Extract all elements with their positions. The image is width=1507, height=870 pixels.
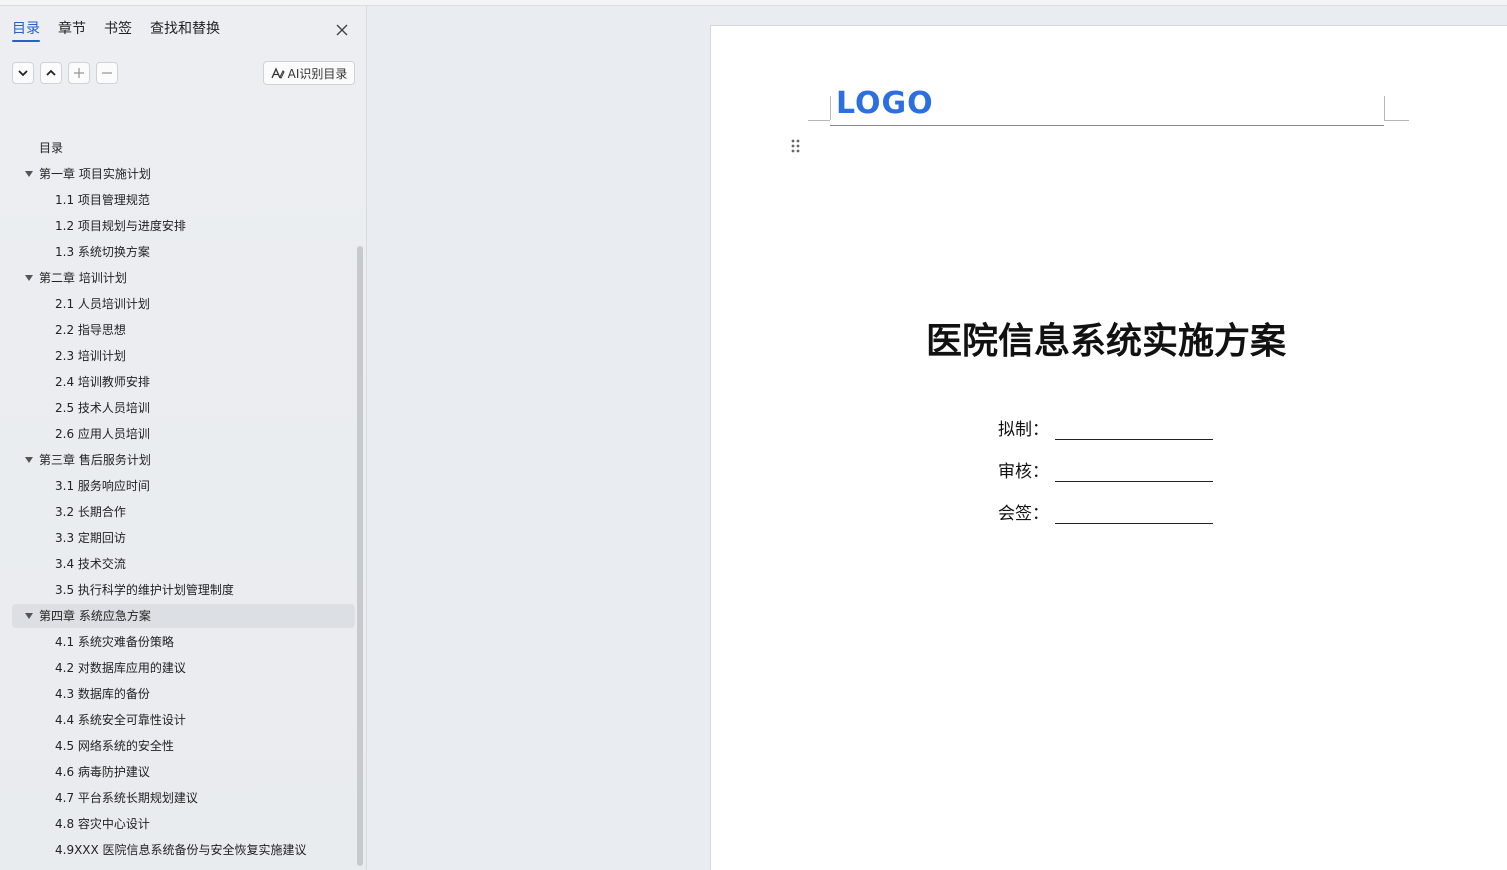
header-margin-mark-left-vertical [830,96,831,120]
toc-item[interactable]: 4.3 数据库的备份 [0,682,350,706]
expand-all-button[interactable] [40,62,62,84]
tab-toc[interactable]: 目录 [12,18,40,38]
plus-icon [74,68,84,78]
ai-button-label: AI识别目录 [287,66,348,81]
caret-down-icon[interactable] [25,613,33,619]
toc-item[interactable]: 4.1 系统灾难备份策略 [0,630,350,654]
toc-item-label: 第二章 培训计划 [39,271,127,285]
tab-chapters[interactable]: 章节 [58,18,86,38]
toc-item[interactable]: 2.3 培训计划 [0,344,350,368]
toc-item-label: 4.4 系统安全可靠性设计 [55,713,186,727]
ai-toc-icon [271,67,285,79]
tab-bookmarks[interactable]: 书签 [104,18,132,38]
toc-item[interactable]: 第四章 系统应急方案 [12,604,355,628]
header-margin-mark-left [808,96,830,121]
caret-down-icon[interactable] [25,457,33,463]
toc-item[interactable]: 4.5 网络系统的安全性 [0,734,350,758]
toc-item-label: 3.5 执行科学的维护计划管理制度 [55,583,234,597]
toc-item[interactable]: 3.5 执行科学的维护计划管理制度 [0,578,350,602]
toc-item[interactable]: 2.4 培训教师安排 [0,370,350,394]
toc-item[interactable]: 2.5 技术人员培训 [0,396,350,420]
toc-item[interactable]: 4.8 容灾中心设计 [0,812,350,836]
minus-icon [102,72,112,74]
toc-item-label: 4.5 网络系统的安全性 [55,739,174,753]
toc-item[interactable]: 3.3 定期回访 [0,526,350,550]
toc-item[interactable]: 4.6 病毒防护建议 [0,760,350,784]
toc-item-label: 4.6 病毒防护建议 [55,765,150,779]
chevron-down-icon [18,70,28,77]
toc-item[interactable]: 4.2 对数据库应用的建议 [0,656,350,680]
toc-item[interactable]: 目录 [0,136,350,160]
sign-underline [1055,523,1213,524]
document-title[interactable]: 医院信息系统实施方案 [900,312,1312,364]
sign-underline [1055,481,1213,482]
toc-item-label: 第三章 售后服务计划 [39,453,151,467]
toc-item-label: 1.1 项目管理规范 [55,193,150,207]
ai-recognize-toc-button[interactable]: AI识别目录 [263,61,355,85]
toc-item[interactable]: 1.2 项目规划与进度安排 [0,214,350,238]
toc-item-label: 4.9XXX 医院信息系统备份与安全恢复实施建议 [55,843,307,857]
toc-item[interactable]: 第二章 培训计划 [0,266,350,290]
toc-item[interactable]: 3.1 服务响应时间 [0,474,350,498]
toc-item-label: 4.7 平台系统长期规划建议 [55,791,198,805]
header-divider [830,125,1384,126]
toc-item[interactable]: 4.9XXX 医院信息系统备份与安全恢复实施建议 [0,838,350,862]
toc-item[interactable]: 3.4 技术交流 [0,552,350,576]
toc-item-label: 1.2 项目规划与进度安排 [55,219,186,233]
toc-item-label: 3.1 服务响应时间 [55,479,150,493]
drag-handle-icon[interactable] [791,138,801,154]
toc-item-label: 4.3 数据库的备份 [55,687,150,701]
active-tab-indicator [12,40,40,42]
toc-item[interactable]: 第一章 项目实施计划 [0,162,350,186]
toc-item[interactable]: 1.3 系统切换方案 [0,240,350,264]
toc-item-label: 目录 [39,141,64,155]
toc-item-label: 第四章 系统应急方案 [39,609,151,623]
toc-item-label: 3.2 长期合作 [55,505,126,519]
document-page[interactable] [710,25,1507,870]
toc-item-label: 2.2 指导思想 [55,323,126,337]
toc-item-label: 2.6 应用人员培训 [55,427,150,441]
toc-item-label: 3.3 定期回访 [55,531,126,545]
toc-item[interactable]: 4.7 平台系统长期规划建议 [0,786,350,810]
toc-scrollbar[interactable] [357,246,363,866]
sign-field-label: 会签： [998,504,1049,524]
toc-item[interactable]: 2.1 人员培训计划 [0,292,350,316]
toc-item[interactable]: 4.4 系统安全可靠性设计 [0,708,350,732]
toc-item-label: 4.2 对数据库应用的建议 [55,661,186,675]
toc-item[interactable]: 1.1 项目管理规范 [0,188,350,212]
sign-field-label: 拟制： [998,420,1049,440]
caret-down-icon[interactable] [25,275,33,281]
toc-item-label: 3.4 技术交流 [55,557,126,571]
caret-down-icon[interactable] [25,171,33,177]
toc-item-label: 2.1 人员培训计划 [55,297,150,311]
header-margin-mark-right [1384,96,1409,121]
toc-item-label: 1.3 系统切换方案 [55,245,150,259]
collapse-all-button[interactable] [12,62,34,84]
remove-heading-button[interactable] [96,62,118,84]
sign-field-label: 审核： [998,462,1049,482]
toc-item-label: 第一章 项目实施计划 [39,167,151,181]
tab-find-replace[interactable]: 查找和替换 [150,18,220,38]
navigation-pane: 目录 章节 书签 查找和替换 AI识别目录 目录 第一章 项目实施计划 1.1 … [0,6,367,870]
toc-item[interactable]: 3.2 长期合作 [0,500,350,524]
toc-item-label: 2.3 培训计划 [55,349,126,363]
toc-item-label: 4.8 容灾中心设计 [55,817,150,831]
logo: LOGO [836,86,934,121]
toc-item-label: 2.4 培训教师安排 [55,375,150,389]
chevron-up-icon [46,69,56,76]
sign-underline [1055,439,1213,440]
toc-item-label: 4.1 系统灾难备份策略 [55,635,174,649]
toc-item[interactable]: 2.6 应用人员培训 [0,422,350,446]
toc-item[interactable]: 2.2 指导思想 [0,318,350,342]
toc-item-label: 2.5 技术人员培训 [55,401,150,415]
close-icon[interactable] [334,22,350,38]
toc-item[interactable]: 第三章 售后服务计划 [0,448,350,472]
add-heading-button[interactable] [68,62,90,84]
